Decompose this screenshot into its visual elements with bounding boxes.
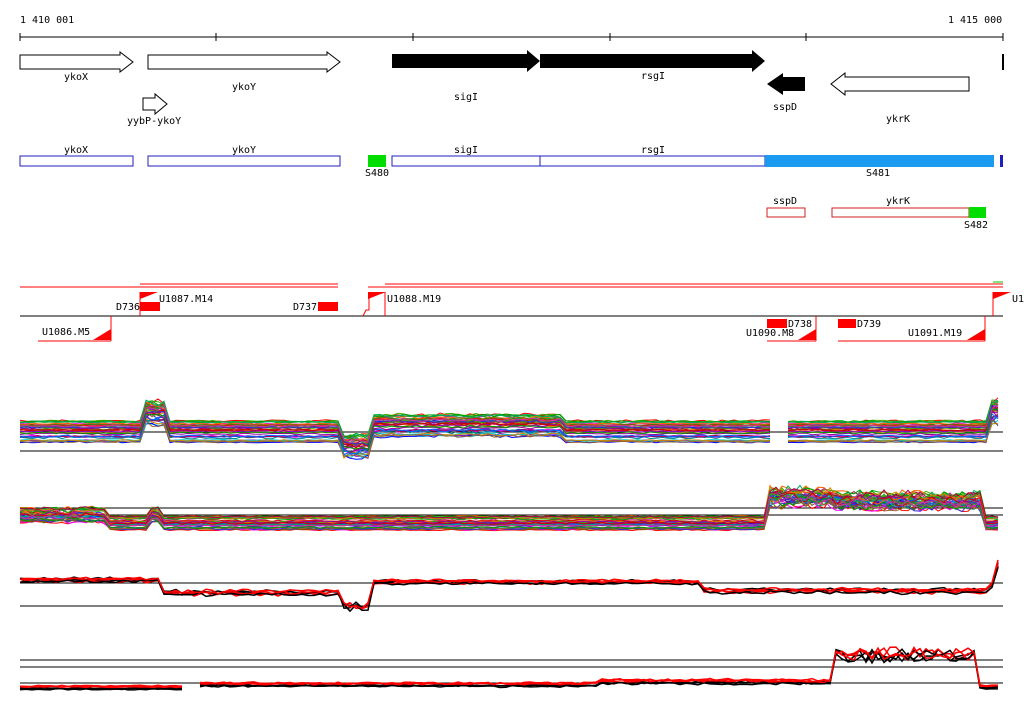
gene-arrow-ykoY[interactable] bbox=[147, 50, 341, 74]
downshift-label-D737: D737 bbox=[293, 302, 317, 313]
upshift-label-U1: U1 bbox=[1012, 294, 1024, 305]
gene-arrow-sspD[interactable] bbox=[767, 73, 805, 95]
segment-S482[interactable] bbox=[969, 207, 986, 218]
upshift-label-U1091.M19: U1091.M19 bbox=[908, 328, 962, 339]
gene-label-rsgI: rsgI bbox=[641, 71, 665, 82]
segment-S481[interactable] bbox=[765, 155, 994, 167]
expression-series-line bbox=[787, 403, 999, 424]
ruler-start-label: 1 410 001 bbox=[20, 15, 74, 26]
gene-track[interactable]: ykoX ykoY yybP-ykoY sigI rsgI sspD ykrK bbox=[19, 50, 1004, 127]
expression-series-line bbox=[787, 399, 999, 423]
expression-panel-summary-minus bbox=[19, 646, 1003, 691]
ruler-end-label: 1 415 000 bbox=[948, 15, 1002, 26]
transcript-label-sigI: sigI bbox=[454, 145, 478, 156]
gene-label-ykoX: ykoX bbox=[64, 72, 88, 83]
gene-label-sspD: sspD bbox=[773, 102, 797, 113]
downshift-box-D736[interactable] bbox=[140, 302, 160, 311]
upshift-flag-U1[interactable] bbox=[993, 292, 1011, 299]
expression-panel-tiling-minus bbox=[19, 484, 1003, 532]
downshift-label-D739: D739 bbox=[857, 319, 881, 330]
transcript-box-ykoY[interactable] bbox=[147, 155, 341, 167]
genome-browser-view: 1 410 001 1 415 000 ykoX ykoY yybP-ykoY … bbox=[19, 15, 1024, 691]
expression-panel-summary-plus bbox=[19, 559, 1003, 613]
transcript-label-rsgI: rsgI bbox=[641, 145, 665, 156]
gene-arrow-ykrK[interactable] bbox=[830, 71, 970, 97]
transcript-label-ykoY: ykoY bbox=[232, 145, 256, 156]
transcript-box-rsgI[interactable] bbox=[539, 155, 766, 167]
transcript-track-plus[interactable]: ykoX ykoY S480 sigI rsgI S481 bbox=[19, 145, 1003, 179]
transcript-box-ykoX[interactable] bbox=[19, 155, 134, 167]
expression-panel-tiling-plus bbox=[19, 397, 1003, 460]
expression-series-line bbox=[19, 562, 999, 613]
transcript-box-sigI[interactable] bbox=[391, 155, 541, 167]
expression-series-line bbox=[787, 397, 999, 423]
gene-label-yybP-ykoY: yybP-ykoY bbox=[127, 116, 181, 127]
upshift-flag-U1086[interactable] bbox=[93, 329, 111, 340]
gene-arrow-sigI[interactable] bbox=[392, 50, 540, 72]
upshift-label-U1087.M14: U1087.M14 bbox=[159, 294, 213, 305]
upshift-flag-U1090[interactable] bbox=[798, 329, 816, 340]
transcript-track-minus[interactable]: sspD ykrK S482 bbox=[766, 196, 988, 231]
transcript-box-sspD[interactable] bbox=[766, 207, 806, 218]
upshift-label-U1088.M19: U1088.M19 bbox=[387, 294, 441, 305]
gene-label-ykoY: ykoY bbox=[232, 82, 256, 93]
upshift-flag-U1091[interactable] bbox=[967, 329, 985, 340]
upshift-label-U1090.M8: U1090.M8 bbox=[746, 328, 794, 339]
expression-series-line bbox=[19, 564, 999, 610]
upshift-flag-U1087[interactable] bbox=[140, 292, 158, 299]
gene-arrow-rsgI[interactable] bbox=[540, 50, 765, 72]
segment-label-S480: S480 bbox=[365, 168, 389, 179]
transcript-label-ykoX: ykoX bbox=[64, 145, 88, 156]
segment-label-S481: S481 bbox=[866, 168, 890, 179]
upshift-label-U1086.M5: U1086.M5 bbox=[42, 327, 90, 338]
downshift-box-D737[interactable] bbox=[318, 302, 338, 311]
segment-edge-marker bbox=[1000, 155, 1003, 167]
gene-arrow-yybP-ykoY[interactable] bbox=[142, 92, 168, 116]
downshift-box-D738[interactable] bbox=[767, 319, 787, 328]
segment-label-S482: S482 bbox=[964, 220, 988, 231]
downshift-box-D739[interactable] bbox=[838, 319, 856, 328]
gene-label-sigI: sigI bbox=[454, 92, 478, 103]
transcript-box-ykrK[interactable] bbox=[831, 207, 970, 218]
segment-S480[interactable] bbox=[368, 155, 386, 167]
expression-series-line bbox=[787, 400, 999, 424]
upshift-flag-U1088[interactable] bbox=[368, 292, 386, 299]
transcript-label-sspD: sspD bbox=[773, 196, 797, 207]
expression-series-line bbox=[19, 565, 999, 609]
coordinate-ruler: 1 410 001 1 415 000 bbox=[19, 15, 1004, 41]
gene-label-ykrK: ykrK bbox=[886, 114, 910, 125]
shift-track[interactable]: D736 U1087.M14 D737 U1088.M19 U1 U1086.M… bbox=[20, 281, 1024, 342]
gene-arrow-ykoX[interactable] bbox=[19, 50, 134, 74]
transcript-label-ykrK: ykrK bbox=[886, 196, 910, 207]
expression-series-line bbox=[19, 567, 999, 610]
downshift-label-D736: D736 bbox=[116, 302, 140, 313]
